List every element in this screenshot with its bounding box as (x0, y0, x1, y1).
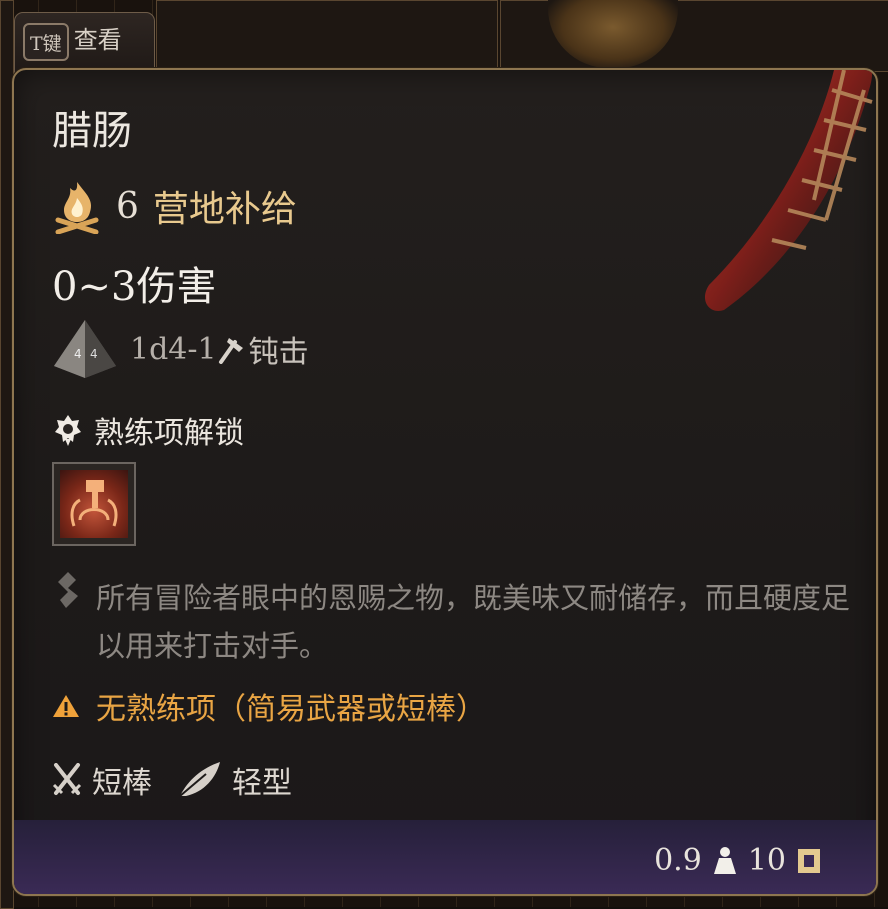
sausage-item-image (705, 70, 873, 311)
view-hint-tab[interactable]: T键 查看 (14, 12, 155, 74)
property-tag: 轻型 (232, 766, 292, 801)
proficiency-icon (55, 415, 81, 446)
footer-stats: 0.9 10 (654, 843, 832, 878)
item-tooltip: 腊肠 6 营地补给 0~3伤害 4 4 1d4-1 钝击 熟练项解锁 所有冒险者… (12, 68, 878, 896)
flavor-icon (58, 572, 78, 608)
damage-dice-row: 4 4 1d4-1 钝击 (52, 318, 309, 380)
warning-row: 无熟练项（简易武器或短棒） (52, 684, 486, 728)
bludgeon-icon (218, 338, 243, 364)
warning-icon (53, 695, 79, 717)
camp-supply-value: 6 (116, 185, 139, 227)
camp-supply-row: 6 营地补给 (52, 178, 297, 234)
proficiency-warning: 无熟练项（简易武器或短棒） (96, 692, 486, 727)
svg-text:4: 4 (74, 347, 82, 361)
proficiency-unlock-label: 熟练项解锁 (94, 416, 244, 451)
tooltip-footer: 0.9 10 (14, 820, 876, 894)
item-name: 腊肠 (52, 108, 132, 154)
damage-type: 钝击 (248, 335, 309, 370)
camp-supply-label: 营地补给 (152, 189, 297, 230)
proficiency-action-icon (60, 470, 128, 538)
gold-icon (798, 848, 820, 873)
inventory-slot[interactable] (156, 0, 498, 72)
proficiency-action-slot[interactable] (52, 462, 136, 546)
item-price: 10 (747, 843, 786, 878)
item-weight: 0.9 (654, 843, 702, 878)
damage-range: 0~3伤害 (52, 264, 217, 310)
weight-icon (713, 846, 736, 874)
camp-supply-icon (55, 182, 99, 234)
item-tags-row: 短棒 轻型 (52, 758, 292, 802)
keycap: T键 (23, 23, 69, 61)
d4-dice-icon: 4 4 (54, 320, 116, 378)
svg-text:4: 4 (90, 347, 98, 361)
proficiency-unlock-row: 熟练项解锁 (54, 408, 244, 452)
item-description: 所有冒险者眼中的恩赐之物，既美味又耐储存，而且硬度足以用来打击对手。 (96, 581, 851, 663)
damage-dice: 1d4-1 (130, 331, 217, 367)
crossed-swords-icon (52, 763, 82, 795)
view-label: 查看 (73, 26, 122, 54)
weapon-type-tag: 短棒 (92, 766, 152, 801)
feather-icon (179, 762, 220, 797)
